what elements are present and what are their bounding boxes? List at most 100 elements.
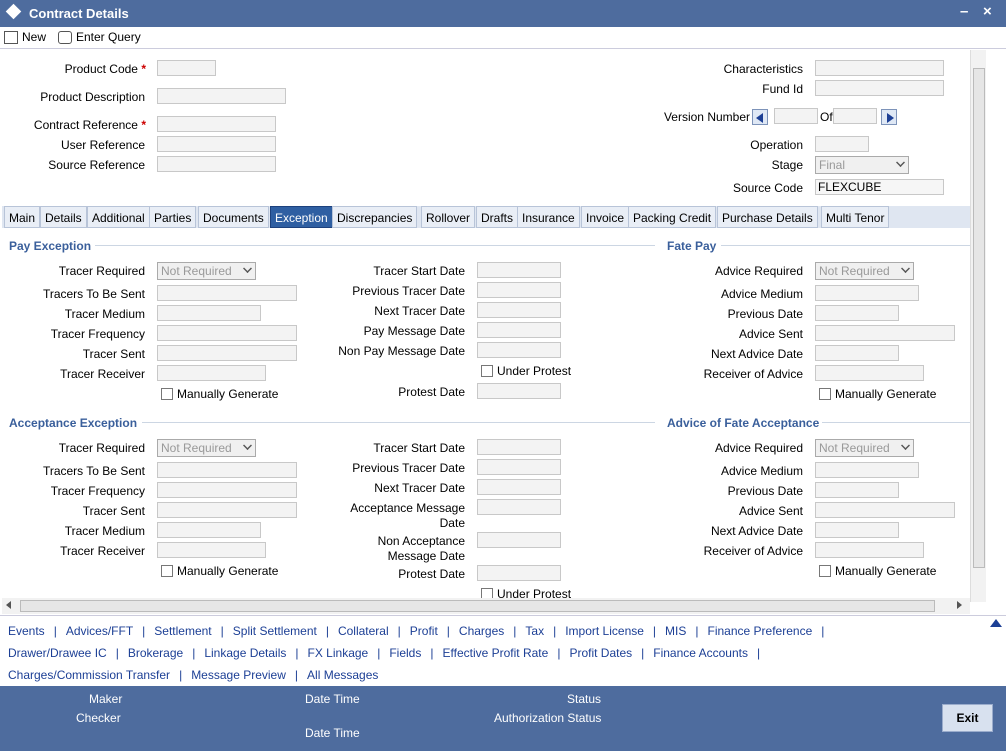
link-fields[interactable]: Fields xyxy=(389,646,421,660)
link-finance-accounts[interactable]: Finance Accounts xyxy=(653,646,748,660)
acc-tracer-required-select[interactable]: Not Required xyxy=(157,439,256,457)
link-profit-dates[interactable]: Profit Dates xyxy=(569,646,632,660)
acc-tracer-receiver-input[interactable] xyxy=(157,542,266,558)
afa-manually-generate-checkbox[interactable] xyxy=(819,565,831,577)
pay-protest-date-input[interactable] xyxy=(477,383,561,399)
minimize-icon[interactable]: – xyxy=(960,3,968,20)
afa-previous-date-input[interactable] xyxy=(815,482,899,498)
tab-drafts[interactable]: Drafts xyxy=(476,206,519,228)
pay-tracer-medium-input[interactable] xyxy=(157,305,261,321)
tab-purchase-details[interactable]: Purchase Details xyxy=(717,206,818,228)
pay-manually-generate-checkbox[interactable] xyxy=(161,388,173,400)
tab-invoice[interactable]: Invoice xyxy=(581,206,630,228)
user-reference-input[interactable] xyxy=(157,136,276,152)
non-pay-message-date-input[interactable] xyxy=(477,342,561,358)
collapse-panel-icon[interactable] xyxy=(990,619,1002,627)
scroll-left-icon[interactable] xyxy=(6,601,11,609)
vertical-scroll-thumb[interactable] xyxy=(973,68,985,568)
link-settlement[interactable]: Settlement xyxy=(154,624,211,638)
acc-tracer-medium-input[interactable] xyxy=(157,522,261,538)
pay-next-tracer-date-input[interactable] xyxy=(477,302,561,318)
acc-manually-generate-checkbox[interactable] xyxy=(161,565,173,577)
contract-reference-input[interactable] xyxy=(157,116,276,132)
enter-query-button[interactable]: Enter Query xyxy=(58,29,141,45)
fate-advice-sent-input[interactable] xyxy=(815,325,955,341)
afa-next-advice-date-input[interactable] xyxy=(815,522,899,538)
afa-advice-sent-input[interactable] xyxy=(815,502,955,518)
acc-previous-tracer-date-input[interactable] xyxy=(477,459,561,475)
tab-rollover[interactable]: Rollover xyxy=(421,206,476,228)
product-description-input[interactable] xyxy=(157,88,286,104)
link-events[interactable]: Events xyxy=(8,624,45,638)
acc-tracer-frequency-input[interactable] xyxy=(157,482,297,498)
acc-tracers-to-be-sent-input[interactable] xyxy=(157,462,297,478)
operation-input[interactable] xyxy=(815,136,869,152)
fate-next-advice-date-input[interactable] xyxy=(815,345,899,361)
afa-advice-required-select[interactable]: Not Required xyxy=(815,439,914,457)
vertical-scrollbar[interactable] xyxy=(970,50,986,602)
link-import-license[interactable]: Import License xyxy=(565,624,644,638)
acc-next-tracer-date-input[interactable] xyxy=(477,479,561,495)
link-mis[interactable]: MIS xyxy=(665,624,686,638)
tab-insurance[interactable]: Insurance xyxy=(517,206,580,228)
tab-main[interactable]: Main xyxy=(4,206,41,228)
link-linkage-details[interactable]: Linkage Details xyxy=(204,646,286,660)
pay-tracer-sent-input[interactable] xyxy=(157,345,297,361)
tab-additional[interactable]: Additional xyxy=(87,206,150,228)
characteristics-input[interactable] xyxy=(815,60,944,76)
link-brokerage[interactable]: Brokerage xyxy=(128,646,183,660)
source-reference-input[interactable] xyxy=(157,156,276,172)
non-acceptance-message-date-input[interactable] xyxy=(477,532,561,548)
tab-packing-credit[interactable]: Packing Credit xyxy=(628,206,717,228)
previous-version-button[interactable] xyxy=(752,109,768,125)
product-code-input[interactable] xyxy=(157,60,216,76)
horizontal-scroll-thumb[interactable] xyxy=(20,600,935,612)
tab-parties[interactable]: Parties xyxy=(149,206,197,228)
tab-documents[interactable]: Documents xyxy=(198,206,269,228)
link-collateral[interactable]: Collateral xyxy=(338,624,389,638)
pay-under-protest-checkbox[interactable] xyxy=(481,365,493,377)
fate-advice-required-select[interactable]: Not Required xyxy=(815,262,914,280)
fate-manually-generate-checkbox[interactable] xyxy=(819,388,831,400)
afa-receiver-of-advice-input[interactable] xyxy=(815,542,924,558)
afa-advice-medium-input[interactable] xyxy=(815,462,919,478)
link-finance-preference[interactable]: Finance Preference xyxy=(708,624,813,638)
pay-tracer-start-date-input[interactable] xyxy=(477,262,561,278)
acceptance-message-date-input[interactable] xyxy=(477,499,561,515)
pay-tracer-receiver-input[interactable] xyxy=(157,365,266,381)
link-tax[interactable]: Tax xyxy=(525,624,544,638)
link-split-settlement[interactable]: Split Settlement xyxy=(233,624,317,638)
fate-receiver-of-advice-input[interactable] xyxy=(815,365,924,381)
scroll-right-icon[interactable] xyxy=(957,601,962,609)
link-advices-fft[interactable]: Advices/FFT xyxy=(66,624,133,638)
pay-previous-tracer-date-input[interactable] xyxy=(477,282,561,298)
link-drawer-drawee-ic[interactable]: Drawer/Drawee IC xyxy=(8,646,107,660)
pay-message-date-input[interactable] xyxy=(477,322,561,338)
link-effective-profit-rate[interactable]: Effective Profit Rate xyxy=(442,646,548,660)
stage-select[interactable]: Final xyxy=(815,156,909,174)
tab-multi-tenor[interactable]: Multi Tenor xyxy=(821,206,890,228)
link-profit[interactable]: Profit xyxy=(410,624,438,638)
pay-tracers-to-be-sent-input[interactable] xyxy=(157,285,297,301)
pay-tracer-required-select[interactable]: Not Required xyxy=(157,262,256,280)
link-charges-commission-transfer[interactable]: Charges/Commission Transfer xyxy=(8,668,170,682)
fund-id-input[interactable] xyxy=(815,80,944,96)
link-fx-linkage[interactable]: FX Linkage xyxy=(308,646,369,660)
pay-tracer-frequency-input[interactable] xyxy=(157,325,297,341)
fate-previous-date-input[interactable] xyxy=(815,305,899,321)
acc-tracer-sent-input[interactable] xyxy=(157,502,297,518)
fate-advice-medium-input[interactable] xyxy=(815,285,919,301)
close-icon[interactable]: × xyxy=(983,3,992,20)
link-all-messages[interactable]: All Messages xyxy=(307,668,378,682)
tab-details[interactable]: Details xyxy=(40,206,87,228)
acc-tracer-start-date-input[interactable] xyxy=(477,439,561,455)
horizontal-scrollbar[interactable] xyxy=(2,598,970,614)
tab-discrepancies[interactable]: Discrepancies xyxy=(332,206,418,228)
link-message-preview[interactable]: Message Preview xyxy=(191,668,286,682)
version-number-input[interactable] xyxy=(774,108,818,124)
next-version-button[interactable] xyxy=(881,109,897,125)
link-charges[interactable]: Charges xyxy=(459,624,504,638)
exit-button[interactable]: Exit xyxy=(942,704,993,732)
tab-exception[interactable]: Exception xyxy=(270,206,333,228)
acc-protest-date-input[interactable] xyxy=(477,565,561,581)
